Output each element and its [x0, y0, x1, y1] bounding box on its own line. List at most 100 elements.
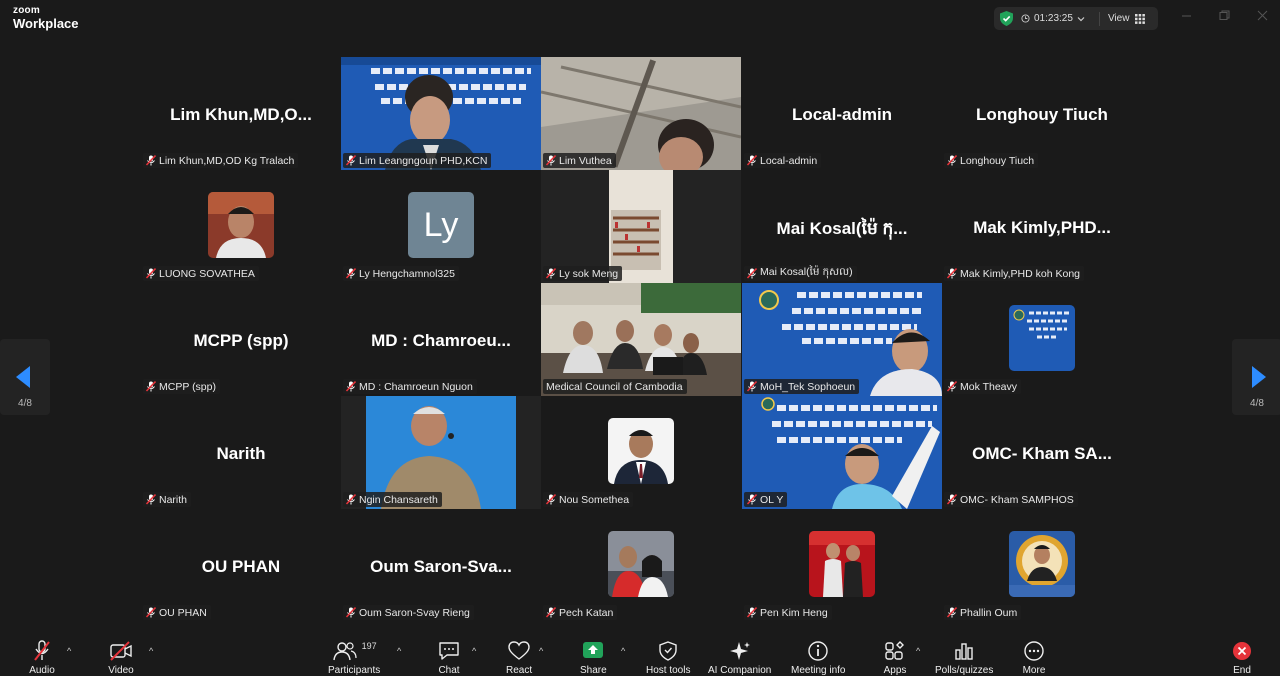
meeting-controls-toolbar: Audio ^ Video ^ 197 Participants ^ Chat …: [0, 632, 1280, 676]
participant-tile[interactable]: OMC- Kham SA... OMC- Kham SAMPHOS: [942, 396, 1142, 509]
chat-options-caret-icon[interactable]: ^: [472, 646, 476, 656]
participant-tile[interactable]: MCPP (spp) MCPP (spp): [141, 283, 341, 396]
share-screen-icon: [583, 642, 604, 658]
participant-tile[interactable]: Nou Somethea: [541, 396, 741, 509]
participant-tile[interactable]: Oum Saron-Sva... Oum Saron-Svay Rieng: [341, 509, 541, 622]
next-page-button[interactable]: 4/8: [1232, 339, 1280, 415]
participant-name-label: Lim Khun,MD,OD Kg Tralach: [159, 154, 295, 167]
meeting-timer[interactable]: 01:23:25: [1021, 13, 1085, 24]
participant-tile[interactable]: Mok Theavy: [942, 283, 1142, 396]
muted-mic-icon: [747, 155, 757, 166]
name-tag: Mak Kimly,PHD koh Kong: [944, 266, 1085, 281]
polls-label: Polls/quizzes: [935, 665, 994, 676]
close-window-icon[interactable]: [1257, 10, 1268, 24]
page-indicator-left: 4/8: [18, 398, 32, 409]
meeting-status-pill: 01:23:25 View: [994, 7, 1158, 30]
participant-display-name: OU PHAN: [201, 557, 281, 576]
participant-name-label: OMC- Kham SAMPHOS: [960, 493, 1074, 506]
page-indicator-right: 4/8: [1250, 398, 1264, 409]
chat-button[interactable]: Chat: [437, 640, 461, 676]
participants-label: Participants: [328, 665, 381, 676]
name-tag: Local-admin: [744, 153, 822, 168]
video-button[interactable]: Video: [108, 640, 134, 676]
muted-mic-icon: [146, 607, 156, 618]
audio-button[interactable]: Audio: [29, 640, 55, 676]
host-tools-button[interactable]: Host tools: [646, 640, 690, 676]
name-tag: Lim Vuthea: [543, 153, 616, 168]
participant-display-name: Longhouy Tiuch: [976, 105, 1108, 124]
muted-mic-icon: [546, 494, 556, 505]
participant-name-label: Phallin Oum: [960, 606, 1018, 619]
share-button[interactable]: Share: [580, 640, 607, 676]
name-tag: MD : Chamroeun Nguon: [343, 379, 477, 394]
polls-button[interactable]: Polls/quizzes: [935, 640, 993, 676]
initials-avatar: Ly: [408, 192, 474, 258]
name-tag: Ngin Chansareth: [343, 492, 442, 507]
participant-tile[interactable]: Lim Vuthea: [541, 57, 741, 170]
participant-display-name: Mak Kimly,PHD...: [973, 218, 1111, 237]
audio-options-caret-icon[interactable]: ^: [67, 646, 71, 656]
participant-tile[interactable]: Phallin Oum: [942, 509, 1142, 622]
participant-tile[interactable]: LUONG SOVATHEA: [141, 170, 341, 283]
participant-tile[interactable]: Lim Leangngoun PHD,KCN: [341, 57, 541, 170]
name-tag: MCPP (spp): [143, 379, 220, 394]
participant-tile[interactable]: MoH_Tek Sophoeun: [742, 283, 942, 396]
participant-tile[interactable]: Medical Council of Cambodia: [541, 283, 741, 396]
react-button[interactable]: React: [506, 640, 532, 676]
muted-mic-icon: [346, 381, 356, 392]
participant-name-label: Mai Kosal(ម៉ៃ កុសល): [760, 266, 853, 278]
muted-mic-icon: [146, 268, 156, 279]
more-button[interactable]: More: [1022, 640, 1046, 676]
participant-tile[interactable]: OU PHAN OU PHAN: [141, 509, 341, 622]
muted-mic-icon: [346, 155, 356, 166]
participants-options-caret-icon[interactable]: ^: [397, 646, 401, 656]
ai-companion-button[interactable]: AI Companion: [708, 640, 771, 676]
name-tag: OMC- Kham SAMPHOS: [944, 492, 1078, 507]
minimize-icon[interactable]: [1181, 10, 1192, 24]
restore-icon[interactable]: [1219, 10, 1230, 24]
participant-tile[interactable]: Pen Kim Heng: [742, 509, 942, 622]
apps-button[interactable]: Apps: [883, 640, 907, 676]
participant-tile[interactable]: Mai Kosal(ម៉ៃ កុ... Mai Kosal(ម៉ៃ កុសល): [742, 170, 942, 283]
participant-tile[interactable]: Longhouy Tiuch Longhouy Tiuch: [942, 57, 1142, 170]
participant-tile[interactable]: Ly Ly Hengchamnol325: [341, 170, 541, 283]
apps-options-caret-icon[interactable]: ^: [916, 646, 920, 656]
participant-display-name: Narith: [216, 444, 266, 463]
meeting-info-button[interactable]: Meeting info: [791, 640, 845, 676]
participant-tile[interactable]: Ngin Chansareth: [341, 396, 541, 509]
name-tag: Ly Hengchamnol325: [343, 266, 459, 281]
participant-display-name: MCPP (spp): [193, 331, 289, 350]
participant-tile[interactable]: Narith Narith: [141, 396, 341, 509]
apps-label: Apps: [883, 665, 907, 676]
participant-tile[interactable]: Local-admin Local-admin: [742, 57, 942, 170]
participant-display-name: OMC- Kham SA...: [972, 444, 1112, 463]
muted-mic-icon: [747, 494, 757, 505]
view-button[interactable]: View: [1108, 13, 1146, 24]
participant-tile[interactable]: Lim Khun,MD,O... Lim Khun,MD,OD Kg Trala…: [141, 57, 341, 170]
participant-name-label: OL Y: [760, 493, 784, 506]
name-tag: Ly sok Meng: [543, 266, 623, 281]
react-label: React: [506, 665, 533, 676]
video-options-caret-icon[interactable]: ^: [149, 646, 153, 656]
name-tag: Lim Khun,MD,OD Kg Tralach: [143, 153, 299, 168]
prev-page-button[interactable]: 4/8: [0, 339, 50, 415]
react-options-caret-icon[interactable]: ^: [539, 646, 543, 656]
participant-tile[interactable]: MD : Chamroeu... MD : Chamroeun Nguon: [341, 283, 541, 396]
encryption-shield-icon[interactable]: [999, 11, 1013, 27]
participant-tile[interactable]: Pech Katan: [541, 509, 741, 622]
arrow-left-icon: [16, 366, 30, 388]
participant-tile[interactable]: Mak Kimly,PHD... Mak Kimly,PHD koh Kong: [942, 170, 1142, 283]
participants-button[interactable]: 197 Participants: [328, 640, 380, 676]
end-meeting-button[interactable]: End: [1231, 640, 1253, 676]
participant-display-name: MD : Chamroeu...: [371, 331, 511, 350]
participant-name-label: Narith: [159, 493, 188, 506]
participant-name-label: Oum Saron-Svay Rieng: [359, 606, 470, 619]
participant-name-label: MD : Chamroeun Nguon: [359, 380, 473, 393]
share-label: Share: [580, 665, 607, 676]
share-options-caret-icon[interactable]: ^: [621, 646, 625, 656]
brand-top: zoom: [13, 5, 40, 16]
host-tools-label: Host tools: [646, 665, 691, 676]
participant-tile[interactable]: Ly sok Meng: [541, 170, 741, 283]
shield-icon: [659, 641, 677, 661]
participant-tile[interactable]: OL Y: [742, 396, 942, 509]
